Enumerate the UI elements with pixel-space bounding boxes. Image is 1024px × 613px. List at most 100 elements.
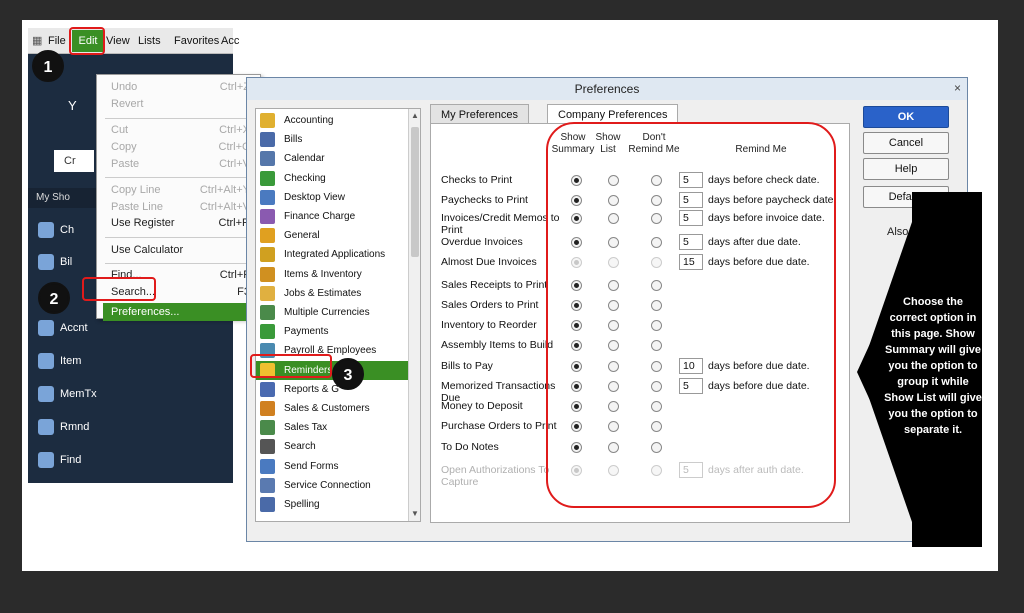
category-icon — [260, 420, 275, 436]
shortcut-item[interactable]: Bil — [38, 250, 72, 274]
category-item[interactable]: Jobs & Estimates — [256, 284, 410, 303]
menu-item-label: Use Register — [111, 217, 175, 229]
shortcut-item[interactable]: Find — [38, 448, 81, 472]
edit-menu-item[interactable]: Copy Ctrl+C — [111, 141, 256, 157]
memtx-icon — [38, 386, 54, 403]
category-item[interactable]: Service Connection — [256, 476, 410, 495]
edit-menu-item[interactable]: Paste Line Ctrl+Alt+V — [111, 201, 256, 217]
category-label: Jobs & Estimates — [284, 287, 362, 299]
scroll-thumb[interactable] — [411, 127, 419, 257]
menu-favorites[interactable]: Favorites — [174, 35, 219, 47]
category-item[interactable]: Search — [256, 437, 410, 456]
ok-button[interactable]: OK — [863, 106, 949, 128]
category-item[interactable]: General — [256, 226, 410, 245]
menu-item-label: Paste — [111, 158, 140, 170]
cancel-button[interactable]: Cancel — [863, 132, 949, 154]
category-item[interactable]: Multiple Currencies — [256, 303, 410, 322]
category-item[interactable]: Bills — [256, 130, 410, 149]
category-label: Desktop View — [284, 191, 345, 203]
menu-item-label: Copy — [111, 141, 137, 153]
preference-tabs: My Preferences Company Preferences — [430, 104, 850, 124]
edit-menu-item[interactable]: Paste Ctrl+V — [111, 158, 256, 174]
menu-accountant[interactable]: Acc — [221, 35, 239, 47]
reminder-row-label: Almost Due Invoices — [441, 256, 537, 268]
category-item[interactable]: Payments — [256, 322, 410, 341]
category-scrollbar[interactable]: ▲ ▼ — [408, 109, 420, 521]
shortcut-item[interactable]: Ch — [38, 218, 74, 242]
category-item[interactable]: Calendar — [256, 149, 410, 168]
category-item[interactable]: Sales Tax — [256, 418, 410, 437]
category-icon — [260, 151, 275, 167]
shortcut-label: Item — [60, 355, 82, 367]
reminder-row-label: Bills to Pay — [441, 360, 493, 372]
menu-file[interactable]: File — [48, 35, 66, 47]
category-item[interactable]: Send Forms — [256, 457, 410, 476]
category-icon — [260, 266, 275, 282]
welcome-text: Y — [68, 98, 77, 113]
menu-item-label: Undo — [111, 81, 138, 93]
menu-item-label: Paste Line — [111, 201, 163, 213]
category-item[interactable]: Desktop View — [256, 188, 410, 207]
reminder-row-label: Overdue Invoices — [441, 236, 523, 248]
category-label: Sales Tax — [284, 422, 328, 434]
category-item[interactable]: Integrated Applications — [256, 245, 410, 264]
accounts-icon — [38, 320, 54, 337]
category-icon — [260, 247, 275, 263]
category-label: Integrated Applications — [284, 249, 386, 261]
preference-category-list: Spelling Service Connection Send Forms Sear… — [255, 108, 421, 522]
create-button[interactable]: Cr — [54, 150, 94, 172]
category-icon — [260, 439, 275, 455]
shortcut-label: Accnt — [60, 322, 88, 334]
tab-company-preferences[interactable]: Company Preferences — [547, 104, 679, 124]
reminder-row-label: Open Authorizations To Capture — [441, 464, 550, 488]
edit-menu-item[interactable]: Revert — [111, 98, 256, 114]
category-icon — [260, 458, 275, 474]
edit-menu-item[interactable]: Cut Ctrl+X — [111, 124, 256, 140]
category-icon — [260, 189, 275, 205]
category-item[interactable]: Items & Inventory — [256, 265, 410, 284]
category-item[interactable]: Sales & Customers — [256, 399, 410, 418]
reminder-row-label: Invoices/Credit Memos to Print — [441, 212, 560, 236]
highlight-edit-menu — [69, 27, 105, 55]
category-label: Service Connection — [284, 479, 371, 491]
category-item[interactable]: Checking — [256, 169, 410, 188]
help-button[interactable]: Help — [863, 158, 949, 180]
shortcut-label: Find — [60, 454, 82, 466]
menu-view[interactable]: View — [106, 35, 130, 47]
checks-icon — [38, 222, 54, 239]
step-badge-1: 1 — [32, 50, 64, 82]
category-icon — [260, 113, 275, 128]
category-label: Bills — [284, 134, 303, 146]
edit-menu-item[interactable]: Preferences... — [103, 303, 259, 321]
shortcut-item[interactable]: MemTx — [38, 382, 97, 406]
menu-lists[interactable]: Lists — [138, 35, 161, 47]
menu-separator — [105, 118, 255, 119]
edit-menu-item[interactable]: Copy Line Ctrl+Alt+Y — [111, 184, 256, 200]
tab-my-preferences[interactable]: My Preferences — [430, 104, 530, 124]
scroll-down-icon[interactable]: ▼ — [411, 509, 419, 518]
scroll-up-icon[interactable]: ▲ — [411, 111, 419, 120]
edit-menu-item[interactable]: Use Calculator — [111, 244, 256, 260]
category-item[interactable]: Finance Charge — [256, 207, 410, 226]
category-item[interactable]: Spelling — [256, 495, 410, 514]
category-item[interactable]: Accounting — [256, 111, 410, 130]
shortcut-item[interactable]: Accnt — [38, 316, 88, 340]
highlight-reminder-options — [546, 122, 836, 508]
close-icon[interactable]: × — [954, 81, 961, 95]
dialog-title: Preferences — [247, 78, 967, 100]
menu-separator — [105, 237, 255, 238]
category-icon — [260, 401, 275, 416]
category-label: Items & Inventory — [284, 268, 362, 280]
shortcut-item[interactable]: Item — [38, 349, 81, 373]
category-icon — [260, 497, 275, 512]
category-label: Reports & G — [284, 383, 340, 395]
edit-menu-item[interactable]: Use Register Ctrl+R — [111, 217, 256, 233]
menu-item-shortcut: Ctrl+Alt+V — [199, 201, 250, 213]
shortcut-item[interactable]: Rmnd — [38, 415, 89, 439]
category-label: Spelling — [284, 499, 320, 510]
edit-menu-item[interactable]: Undo Ctrl+Z — [111, 81, 256, 97]
category-item[interactable]: Reports & G — [256, 380, 410, 399]
callout-text: Choose the correct option in this page. … — [884, 296, 982, 436]
category-label: Multiple Currencies — [284, 307, 370, 318]
shortcut-label: Bil — [60, 256, 73, 268]
